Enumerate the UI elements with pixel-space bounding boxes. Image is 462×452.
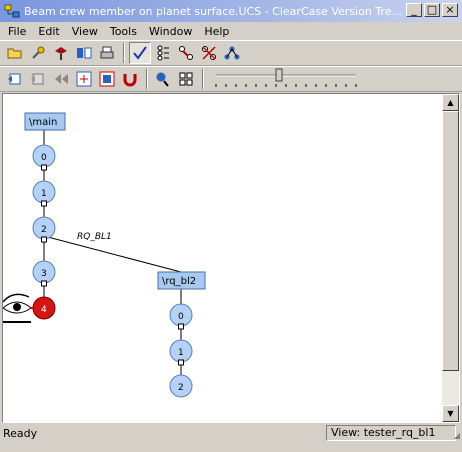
version-label: 3 [41, 269, 47, 279]
menu-edit[interactable]: Edit [32, 25, 65, 38]
merge-arrows-icon [179, 46, 193, 60]
version-info-icon [55, 47, 67, 60]
version-tree-canvas[interactable]: RQ_BL1 \main 0 1 2 3 4 \rq_bl2 0 1 2 ▲ ▼ [2, 93, 460, 423]
window-title: Beam crew member on planet surface.UCS -… [24, 4, 402, 18]
status-text: Ready [3, 426, 38, 440]
version-node[interactable]: 0 [32, 144, 56, 171]
expand-button[interactable] [27, 68, 49, 90]
version-info-button[interactable] [50, 42, 72, 64]
version-label: 0 [178, 312, 184, 322]
merge-label: RQ_BL1 [77, 232, 112, 242]
minimize-button[interactable]: _ [406, 3, 422, 17]
menu-view[interactable]: View [66, 25, 104, 38]
merge-arrows-button[interactable] [175, 42, 197, 64]
version-label: 1 [41, 189, 47, 199]
show-all-versions-icon [133, 46, 147, 60]
toolbar-separator [202, 69, 204, 89]
hide-merges-icon [202, 46, 216, 60]
show-all-versions-button[interactable] [129, 42, 151, 64]
scroll-up-arrow[interactable]: ▲ [442, 94, 459, 111]
collapse-button[interactable] [50, 68, 72, 90]
resize-grip-icon[interactable]: ◢ [454, 431, 460, 440]
close-button[interactable]: × [442, 3, 458, 17]
collapse-icon [55, 74, 68, 84]
refresh-button[interactable] [4, 68, 26, 90]
hide-merges-button[interactable] [198, 42, 220, 64]
toolbar-separator [146, 69, 148, 89]
compare-button[interactable] [73, 42, 95, 64]
version-node[interactable]: 2 [169, 374, 193, 398]
scroll-thumb[interactable] [442, 111, 459, 371]
current-version-node[interactable]: 4 [32, 296, 56, 320]
toolbar-separator [123, 43, 125, 63]
sub-branch-label: \rq_bl2 [162, 276, 196, 287]
tree-layout-icon [224, 46, 240, 60]
title-bar[interactable]: Beam crew member on planet surface.UCS -… [0, 0, 462, 22]
navigation-toolbar [0, 66, 462, 92]
expand-icon [31, 73, 44, 85]
view-status: View: tester_rq_bl1 [326, 425, 456, 441]
show-labels-icon [157, 45, 169, 61]
version-label: 4 [41, 305, 47, 315]
main-branch-label: \main [29, 117, 57, 128]
magnet-icon [123, 74, 137, 87]
version-label: 1 [178, 348, 184, 358]
locate-button[interactable] [152, 68, 174, 90]
clearcase-app-icon [4, 4, 20, 18]
view-list-icon [179, 72, 193, 86]
view-list-button[interactable] [175, 68, 197, 90]
zoom-box-button[interactable] [96, 68, 118, 90]
version-node[interactable]: 1 [32, 180, 56, 207]
version-label: 2 [41, 225, 47, 235]
zoom-slider-ticks [215, 84, 357, 87]
zoom-fit-button[interactable] [73, 68, 95, 90]
zoom-box-icon [99, 71, 115, 87]
version-label: 0 [41, 153, 47, 163]
properties-button[interactable] [27, 42, 49, 64]
print-icon [100, 46, 114, 59]
zoom-slider-thumb[interactable] [275, 68, 283, 82]
open-folder-button[interactable] [4, 42, 26, 64]
vertical-scrollbar[interactable]: ▲ ▼ [442, 94, 459, 422]
refresh-icon [8, 73, 21, 85]
properties-icon [32, 46, 45, 59]
scroll-down-arrow[interactable]: ▼ [442, 405, 459, 422]
locate-icon [156, 72, 169, 87]
main-toolbar [0, 40, 462, 66]
version-label: 2 [178, 383, 184, 393]
menu-window[interactable]: Window [143, 25, 198, 38]
version-node[interactable]: 1 [169, 339, 193, 366]
status-bar: Ready View: tester_rq_bl1 ◢ [0, 424, 462, 442]
tree-layout-button[interactable] [221, 42, 243, 64]
menu-bar: File Edit View Tools Window Help [0, 22, 462, 40]
branch-connector [43, 235, 182, 273]
version-node[interactable]: 3 [32, 260, 56, 287]
maximize-button[interactable]: □ [424, 3, 440, 17]
menu-file[interactable]: File [2, 25, 32, 38]
version-node[interactable]: 0 [169, 303, 193, 330]
open-folder-icon [7, 48, 22, 59]
print-button[interactable] [96, 42, 118, 64]
zoom-slider[interactable] [212, 68, 362, 90]
menu-help[interactable]: Help [198, 25, 235, 38]
menu-tools[interactable]: Tools [104, 25, 143, 38]
compare-icon [77, 47, 92, 59]
zoom-fit-icon [76, 71, 92, 87]
eye-icon [3, 293, 35, 323]
show-labels-button[interactable] [152, 42, 174, 64]
magnet-button[interactable] [119, 68, 141, 90]
